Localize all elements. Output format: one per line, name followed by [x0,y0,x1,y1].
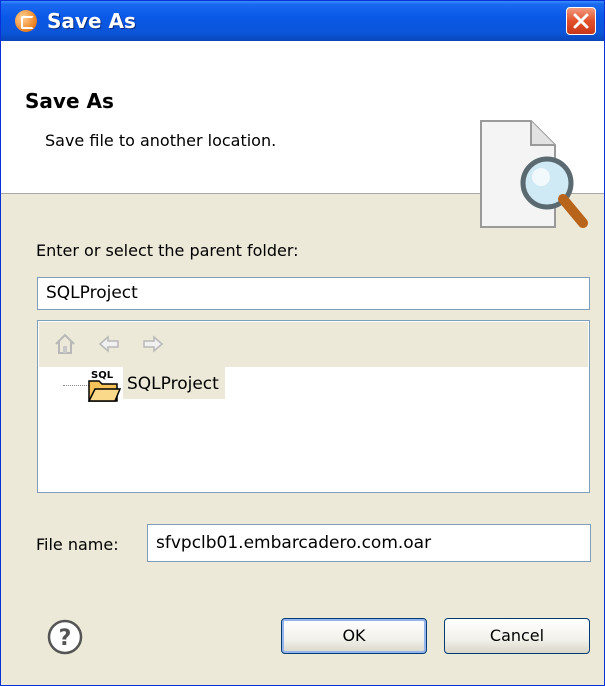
close-button[interactable] [566,7,596,35]
document-search-icon [480,120,588,228]
tree-toolbar [39,322,588,367]
window-title: Save As [47,9,136,33]
svg-text:?: ? [59,626,72,651]
save-as-dialog: Save As Save As Save file to another loc… [0,0,605,686]
title-bar[interactable]: Save As [1,1,604,41]
banner-description: Save file to another location. [45,131,277,150]
help-icon[interactable]: ? [47,619,83,655]
home-icon[interactable] [53,332,77,356]
app-icon [15,10,37,32]
parent-folder-input[interactable]: SQLProject [37,277,590,310]
tree-connector [63,385,89,386]
close-icon [573,13,589,29]
folder-tree[interactable] [37,320,590,493]
file-name-input[interactable]: sfvpclb01.embarcadero.com.oar [147,524,591,562]
forward-arrow-icon[interactable] [141,332,165,356]
cancel-button[interactable]: Cancel [444,618,590,654]
ok-button[interactable]: OK [281,618,427,654]
banner-title: Save As [25,89,114,113]
folder-badge: SQL [91,370,114,381]
sql-folder-icon: SQL [87,370,121,402]
back-arrow-icon[interactable] [97,332,121,356]
header-banner: Save As Save file to another location. [1,41,604,228]
tree-item-sqlproject[interactable]: SQLProject [123,367,225,399]
file-name-label: File name: [36,535,119,554]
parent-folder-label: Enter or select the parent folder: [36,241,299,260]
